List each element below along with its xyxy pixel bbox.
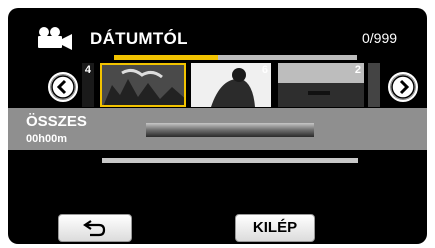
range-scrollbar[interactable] bbox=[102, 158, 358, 163]
thumbnail-selected[interactable] bbox=[100, 63, 186, 107]
thumbnail[interactable]: 6 bbox=[191, 63, 271, 107]
screen-title: DÁTUMTÓL bbox=[90, 29, 188, 48]
back-button[interactable] bbox=[58, 214, 132, 242]
thumbnail-partial-left[interactable]: 4 bbox=[82, 63, 94, 107]
thumbnail-number: 4 bbox=[84, 64, 91, 76]
item-counter: 0/999 bbox=[362, 30, 398, 46]
exit-button[interactable]: KILÉP bbox=[235, 214, 315, 242]
playback-screen: DÁTUMTÓL 0/999 4 6 2 ÖSSZES 00h00m KILÉP bbox=[8, 8, 427, 244]
thumbnail-partial-right[interactable] bbox=[368, 63, 380, 107]
thumbnail[interactable]: 2 bbox=[278, 63, 364, 107]
timeline-scroll-thumb[interactable] bbox=[114, 55, 218, 60]
selection-label: ÖSSZES bbox=[26, 113, 87, 130]
selection-info-band: ÖSSZES 00h00m bbox=[8, 108, 427, 150]
total-duration: 00h00m bbox=[26, 133, 67, 145]
next-page-button[interactable] bbox=[388, 72, 418, 102]
thumbnail-number: 2 bbox=[354, 64, 361, 76]
thumbnail-number: 6 bbox=[261, 64, 268, 76]
timeline-scrollbar[interactable] bbox=[114, 55, 357, 60]
previous-page-button[interactable] bbox=[48, 72, 78, 102]
movie-camera-icon bbox=[36, 26, 76, 55]
selection-range-bar bbox=[146, 123, 314, 137]
